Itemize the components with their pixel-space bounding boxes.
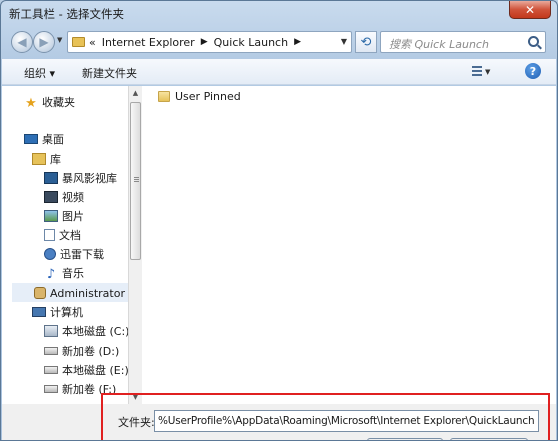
search-placeholder: 搜索 Quick Launch [389,38,489,51]
nav-item-administrator[interactable]: Administrator [34,284,125,302]
folder-picker-window: 新工具栏 - 选择文件夹 ✕ ◀ ▶ ▼ « Internet Explorer… [0,0,558,441]
star-icon: ★ [25,96,37,111]
list-item-name: User Pinned [175,90,241,103]
nav-item-label: 桌面 [42,133,64,146]
nav-item-drive-c[interactable]: 本地磁盘 (C:) [44,322,128,340]
breadcrumb-internet-explorer[interactable]: Internet Explorer [102,36,195,49]
close-button[interactable]: ✕ [509,1,551,19]
nav-item-documents[interactable]: 文档 [44,226,81,244]
nav-item-drive-e[interactable]: 本地磁盘 (E:) [44,361,128,379]
nav-item-thunder-downloads[interactable]: 迅雷下载 [44,245,104,263]
help-icon: ? [529,64,537,78]
nav-item-label: 库 [50,153,61,166]
title-bar: 新工具栏 - 选择文件夹 ✕ [1,1,557,27]
nav-item-computer[interactable]: 计算机 [32,303,83,321]
chevron-down-icon: ▼ [485,68,491,76]
organize-button[interactable]: 组织 ▾ [24,65,55,81]
desktop-icon [24,134,38,144]
breadcrumb-overflow[interactable]: « [89,36,96,49]
folder-icon [72,37,85,47]
folder-icon [158,91,170,102]
refresh-button[interactable]: ⟲ [355,31,377,53]
forward-arrow-icon: ▶ [39,35,49,49]
nav-item-label: 迅雷下载 [60,248,104,261]
back-button[interactable]: ◀ [11,31,33,53]
nav-item-label: Administrator [50,286,125,300]
nav-item-label: 收藏夹 [42,96,75,109]
breadcrumb: « Internet Explorer ▶ Quick Launch ▶ [89,36,307,49]
highlight-annotation-box [101,393,550,440]
nav-item-desktop[interactable]: 桌面 [24,130,64,148]
nav-item-videos[interactable]: 视频 [44,188,84,206]
system-drive-icon [44,325,58,337]
breadcrumb-separator-icon[interactable]: ▶ [201,37,208,47]
nav-item-drive-d[interactable]: 新加卷 (D:) [44,342,119,360]
breadcrumb-quick-launch[interactable]: Quick Launch [214,36,288,49]
scroll-up-icon[interactable]: ▲ [129,86,142,100]
nav-item-pictures[interactable]: 图片 [44,207,84,225]
refresh-icon: ⟲ [360,34,372,50]
search-input[interactable]: 搜索 Quick Launch [380,31,546,53]
nav-item-label: 计算机 [50,306,83,319]
nav-item-label: 视频 [62,191,84,204]
drive-icon [44,385,58,393]
view-list-icon [472,66,482,78]
nav-item-label: 本地磁盘 (C:) [62,325,128,338]
nav-item-favorites[interactable]: ★ 收藏夹 [24,93,75,111]
drive-icon [44,347,58,355]
media-library-icon [44,172,58,184]
nav-item-label: 本地磁盘 (E:) [62,364,128,377]
navigation-pane-scrollbar[interactable]: ▲ ▼ [128,86,142,404]
file-list-pane: User Pinned [142,86,556,404]
close-icon: ✕ [524,2,536,17]
computer-icon [32,307,46,317]
nav-item-libraries[interactable]: 库 [32,150,61,168]
drive-icon [44,366,58,374]
list-item[interactable]: User Pinned [158,90,241,103]
search-icon [528,36,539,47]
navigation-bar: ◀ ▶ ▼ « Internet Explorer ▶ Quick Launch… [1,27,557,57]
view-options-button[interactable]: ▼ [472,64,494,80]
navigation-pane: ★ 收藏夹 桌面 库 暴风影视库 视频 图片 文档 迅雷下载 ♪ 音乐 Admi… [2,86,128,404]
breadcrumb-separator-icon[interactable]: ▶ [294,37,301,47]
download-icon [44,248,56,260]
nav-item-label: 图片 [62,210,84,223]
nav-item-label: 新加卷 (D:) [62,345,120,358]
picture-icon [44,210,58,222]
library-icon [32,153,46,165]
video-icon [44,191,58,203]
forward-button[interactable]: ▶ [33,31,55,53]
music-note-icon: ♪ [46,267,56,282]
new-folder-button[interactable]: 新建文件夹 [82,65,137,81]
help-button[interactable]: ? [525,63,541,79]
back-arrow-icon: ◀ [17,35,27,49]
scrollbar-thumb[interactable] [130,102,141,260]
nav-item-music[interactable]: ♪ 音乐 [44,264,84,282]
nav-item-label: 音乐 [62,267,84,280]
command-toolbar: 组织 ▾ 新建文件夹 ▼ ? [2,59,556,85]
document-icon [44,229,55,241]
window-title: 新工具栏 - 选择文件夹 [9,7,124,21]
nav-item-storm-library[interactable]: 暴风影视库 [44,169,117,187]
nav-item-label: 暴风影视库 [62,172,117,185]
nav-item-label: 文档 [59,229,81,242]
grip-icon [134,177,139,183]
address-bar[interactable]: « Internet Explorer ▶ Quick Launch ▶ ▼ [67,31,352,53]
address-dropdown-icon[interactable]: ▼ [341,37,347,46]
recent-pages-dropdown-icon[interactable]: ▼ [57,36,62,44]
user-folder-icon [34,287,46,299]
